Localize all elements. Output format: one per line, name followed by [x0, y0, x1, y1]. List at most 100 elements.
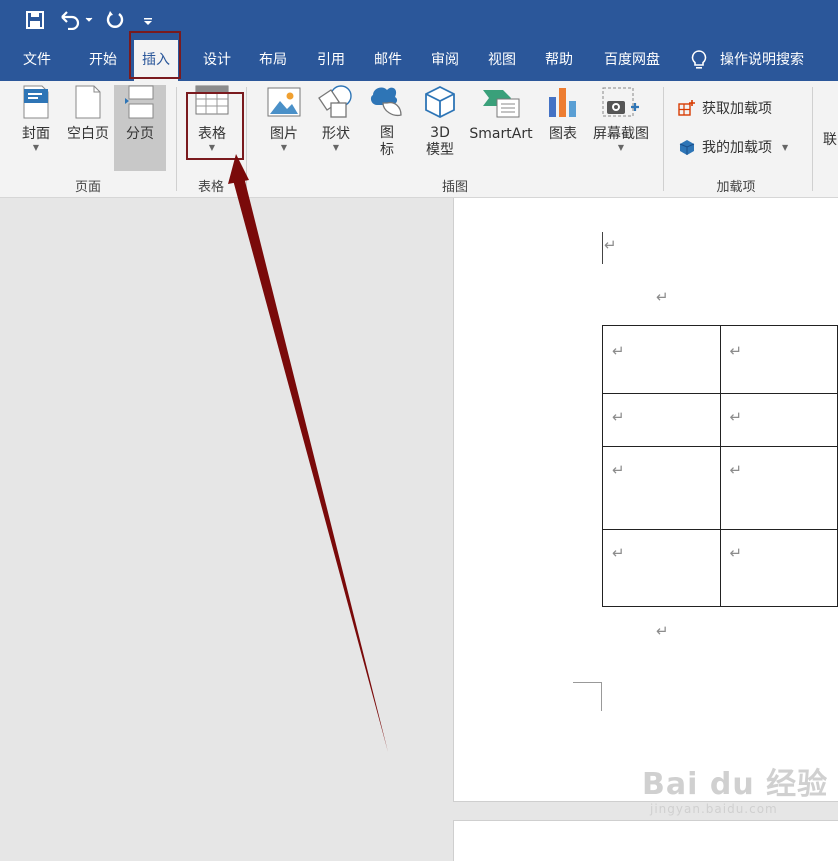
lightbulb-icon — [690, 49, 708, 71]
paragraph-mark: ↵ — [730, 544, 838, 562]
watermark-line2: jingyan.baidu.com — [650, 802, 828, 816]
table-cell[interactable]: ↵ — [603, 530, 721, 607]
cover-page-label: 封面 — [16, 125, 56, 143]
cover-page-icon — [22, 85, 50, 119]
table-cell[interactable]: ↵ — [720, 447, 838, 530]
icons-button[interactable]: 图 标 — [366, 85, 408, 159]
table-label: 表格 — [190, 125, 234, 143]
customize-icon — [142, 14, 154, 26]
title-bar — [0, 0, 838, 40]
picture-icon — [267, 85, 301, 119]
text-cursor — [602, 232, 603, 264]
tab-baidu-netdisk[interactable]: 百度网盘 — [592, 40, 672, 81]
dropdown-caret-icon: ▼ — [16, 143, 56, 153]
shapes-button[interactable]: 形状 ▼ — [314, 85, 358, 153]
chart-button[interactable]: 图表 — [542, 85, 584, 143]
group-addins-label: 加载项 — [700, 176, 772, 195]
ribbon-insert: 封面 ▼ 空白页 分页 页面 表格 ▼ 表格 — [0, 81, 838, 198]
dropdown-caret-icon: ▼ — [262, 143, 306, 153]
page-break-icon — [125, 85, 155, 119]
cube-icon — [423, 85, 457, 119]
tab-references[interactable]: 引用 — [306, 40, 356, 81]
page-break-button[interactable]: 分页 — [114, 85, 166, 171]
tab-mailings[interactable]: 邮件 — [363, 40, 413, 81]
save-icon — [26, 11, 44, 29]
table-row: ↵ ↵ — [603, 394, 838, 447]
icons-label-line2: 标 — [366, 142, 408, 159]
undo-button[interactable] — [58, 9, 94, 31]
table-cell[interactable]: ↵ — [603, 326, 721, 394]
my-addins-button[interactable]: 我的加载项 ▼ — [678, 135, 788, 159]
smartart-label: SmartArt — [466, 125, 536, 143]
3d-models-label-line2: 模型 — [418, 142, 462, 159]
tell-me-label: 操作说明搜索 — [720, 52, 804, 68]
cover-page-button[interactable]: 封面 ▼ — [16, 85, 56, 153]
tab-help[interactable]: 帮助 — [534, 40, 584, 81]
tab-insert[interactable]: 插入 — [134, 40, 178, 81]
group-tables-label: 表格 — [186, 176, 236, 195]
table-cell[interactable]: ↵ — [603, 447, 721, 530]
pictures-label: 图片 — [262, 125, 306, 143]
screenshot-label: 屏幕截图 — [590, 125, 652, 143]
paragraph-mark: ↵ — [612, 461, 729, 479]
get-addins-label: 获取加载项 — [702, 98, 772, 118]
group-separator — [663, 87, 664, 191]
shapes-label: 形状 — [314, 125, 358, 143]
document-table[interactable]: ↵ ↵ ↵ ↵ ↵ ↵ ↵ ↵ — [602, 325, 838, 607]
tab-file[interactable]: 文件 — [12, 40, 62, 81]
table-cell[interactable]: ↵ — [720, 530, 838, 607]
paragraph-mark: ↵ — [612, 408, 729, 426]
3d-models-button[interactable]: 3D 模型 — [418, 85, 462, 159]
tab-layout[interactable]: 布局 — [248, 40, 298, 81]
table-icon — [195, 85, 229, 115]
paragraph-mark: ↵ — [730, 408, 838, 426]
smartart-button[interactable]: SmartArt — [466, 85, 536, 143]
tab-review[interactable]: 审阅 — [420, 40, 470, 81]
paragraph-mark: ↵ — [656, 288, 669, 306]
icons-label-line1: 图 — [366, 125, 408, 142]
icons-icon — [369, 85, 405, 119]
next-document-page[interactable] — [453, 820, 838, 861]
tab-view[interactable]: 视图 — [477, 40, 527, 81]
table-row: ↵ ↵ — [603, 447, 838, 530]
save-button[interactable] — [24, 9, 46, 31]
table-cell[interactable]: ↵ — [720, 326, 838, 394]
table-row: ↵ ↵ — [603, 530, 838, 607]
blank-page-label: 空白页 — [62, 125, 114, 143]
cut-off-ribbon-button[interactable]: 联 — [823, 129, 837, 149]
shapes-icon — [317, 85, 355, 119]
table-row: ↵ ↵ — [603, 326, 838, 394]
dropdown-caret-icon: ▼ — [190, 143, 234, 153]
redo-button[interactable] — [104, 9, 126, 31]
chart-label: 图表 — [542, 125, 584, 143]
my-addins-icon — [678, 138, 696, 156]
blank-page-icon — [74, 85, 102, 119]
dropdown-caret-icon: ▼ — [590, 143, 652, 153]
group-separator — [246, 87, 247, 191]
get-addins-button[interactable]: 获取加载项 — [678, 96, 772, 120]
customize-quick-access-button[interactable] — [140, 9, 156, 31]
my-addins-label: 我的加载项 — [702, 137, 772, 157]
tab-home[interactable]: 开始 — [78, 40, 128, 81]
paragraph-mark: ↵ — [612, 544, 729, 562]
table-button[interactable]: 表格 ▼ — [190, 85, 234, 153]
group-illustrations-label: 插图 — [420, 176, 490, 195]
paragraph-mark: ↵ — [612, 342, 729, 360]
dropdown-caret-icon: ▼ — [782, 143, 788, 152]
paragraph-mark: ↵ — [604, 236, 617, 254]
table-cell[interactable]: ↵ — [720, 394, 838, 447]
screenshot-button[interactable]: 屏幕截图 ▼ — [590, 85, 652, 153]
blank-page-button[interactable]: 空白页 — [62, 85, 114, 143]
tell-me-search[interactable]: 操作说明搜索 — [690, 40, 820, 81]
tab-design[interactable]: 设计 — [192, 40, 242, 81]
paragraph-mark: ↵ — [730, 461, 838, 479]
page-break-label: 分页 — [114, 125, 166, 143]
table-cell[interactable]: ↵ — [603, 394, 721, 447]
screenshot-icon — [601, 85, 641, 119]
pictures-button[interactable]: 图片 ▼ — [262, 85, 306, 153]
group-separator — [812, 87, 813, 191]
dropdown-caret-icon: ▼ — [314, 143, 358, 153]
smartart-icon — [481, 85, 521, 119]
redo-icon — [105, 10, 125, 30]
3d-models-label-line1: 3D — [418, 125, 462, 142]
